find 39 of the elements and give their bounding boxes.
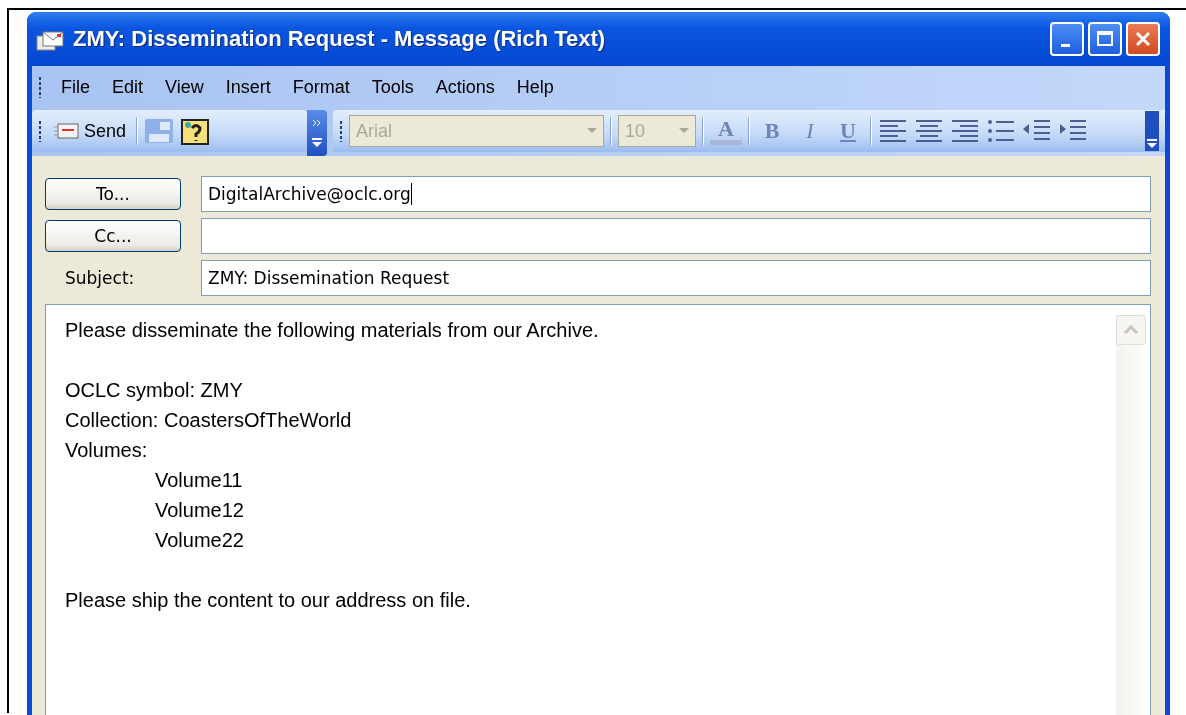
address-button[interactable]: Cc... bbox=[45, 220, 181, 252]
menu-item[interactable]: Format bbox=[281, 72, 361, 102]
toolbar-options-icon[interactable] bbox=[1145, 111, 1159, 151]
field-label: Subject: bbox=[64, 268, 136, 288]
maximize-button[interactable] bbox=[1088, 22, 1122, 56]
minimize-button[interactable] bbox=[1050, 22, 1084, 56]
scrollbar[interactable] bbox=[1116, 315, 1146, 715]
input-field[interactable] bbox=[201, 218, 1151, 254]
double-chevron-icon bbox=[312, 119, 322, 127]
overflow-arrow-icon bbox=[311, 137, 323, 147]
menu-item[interactable]: View bbox=[154, 72, 215, 102]
send-button[interactable]: Send bbox=[50, 118, 131, 144]
body-text: Collection: CoastersOfTheWorld bbox=[65, 408, 353, 433]
body-text: Please disseminate the following materials from our Archive. bbox=[65, 318, 600, 343]
body-text: Volume22 bbox=[154, 528, 245, 553]
close-icon bbox=[1134, 30, 1152, 48]
menu-item[interactable]: Insert bbox=[214, 72, 282, 102]
input-field[interactable]: ZMY: Dissemination Request bbox=[201, 260, 1151, 296]
toolbar-options-button[interactable] bbox=[307, 110, 327, 156]
menu-item[interactable]: Actions bbox=[424, 72, 506, 102]
address-button[interactable]: To... bbox=[45, 178, 181, 210]
menu-item[interactable]: File bbox=[50, 72, 101, 102]
message-body[interactable]: Please disseminate the following materials from our Archive. OCLC symbol: ZMY Collection: CoastersOfTheWorld Volumes: Volume11 Volume12 Volume22 Please ship the content to our address on file. bbox=[45, 304, 1151, 715]
menu-item[interactable]: Tools bbox=[360, 72, 425, 102]
envelope-icon bbox=[54, 122, 80, 140]
dropdown-arrow-icon bbox=[587, 128, 597, 134]
body-text: Volume12 bbox=[154, 498, 245, 523]
window-title: ZMY: Dissemination Request - Message (Rich Text) bbox=[73, 26, 607, 52]
menu-item[interactable]: Help bbox=[505, 72, 565, 102]
minimize-icon bbox=[1060, 43, 1070, 47]
maximize-icon bbox=[1096, 30, 1114, 48]
close-button[interactable] bbox=[1126, 22, 1160, 56]
menu-item[interactable]: Edit bbox=[101, 72, 155, 102]
input-field[interactable]: DigitalArchive@oclc.org bbox=[201, 176, 1151, 212]
dropdown-arrow-icon bbox=[679, 128, 689, 134]
body-text: Please ship the content to our address on file. bbox=[65, 588, 472, 613]
body-text: Volume11 bbox=[154, 468, 244, 493]
body-text: Volumes: bbox=[65, 438, 149, 463]
body-text: OCLC symbol: ZMY bbox=[65, 378, 244, 403]
